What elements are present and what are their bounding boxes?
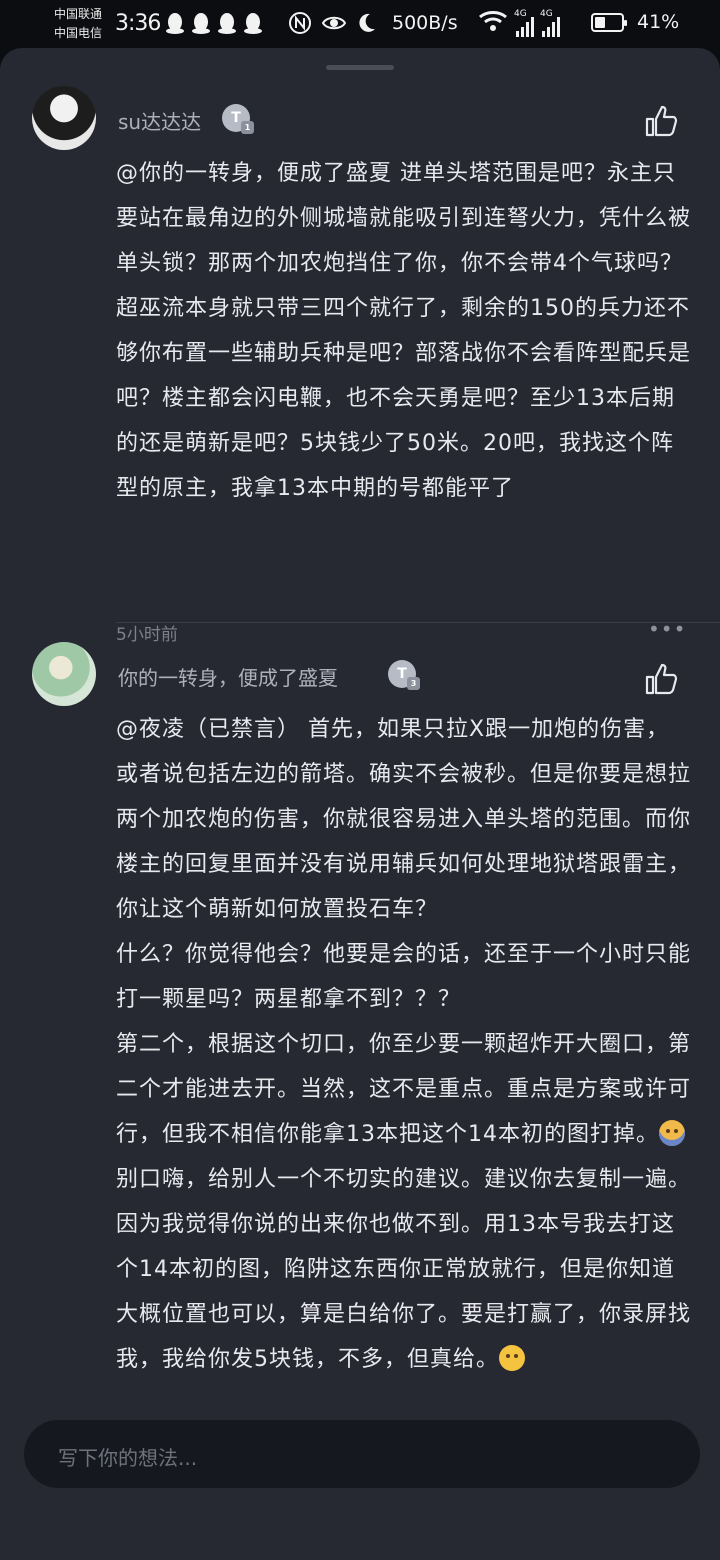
comment-item: su达达达 T1 @你的一转身，便成了盛夏 进单头塔范围是吧？永主只要站在最角边…: [0, 86, 720, 645]
signal-2-label: 4G: [540, 9, 553, 19]
clock: 3:36: [115, 11, 161, 36]
thumbs-up-icon[interactable]: [644, 104, 678, 138]
notification-icons: [163, 11, 264, 35]
level-badge-label: T: [231, 110, 241, 126]
tongue-out-face-emoji-icon: [499, 1345, 525, 1371]
moon-icon: [354, 11, 377, 35]
carrier-2: 中国电信: [54, 26, 103, 40]
level-badge-label: T: [397, 666, 407, 682]
level-badge: T1: [222, 104, 254, 134]
eye-icon: [321, 11, 347, 35]
carrier-labels: 中国联通 中国电信: [54, 5, 102, 43]
avatar[interactable]: [32, 642, 96, 706]
username[interactable]: su达达达: [118, 106, 201, 135]
drag-handle[interactable]: [326, 65, 394, 70]
comment-text-part: @夜凌（已禁言） 首先，如果只拉X跟一加炮的伤害，或者说包括左边的箭塔。确实不会…: [116, 717, 692, 1147]
qq-icon: [215, 11, 238, 35]
qq-icon: [189, 11, 212, 35]
system-icons: [288, 11, 377, 35]
avatar[interactable]: [32, 86, 96, 150]
thumbs-up-icon[interactable]: [644, 662, 678, 696]
battery-fill: [595, 17, 605, 28]
comment-text: @夜凌（已禁言） 首先，如果只拉X跟一加炮的伤害，或者说包括左边的箭塔。确实不会…: [116, 707, 691, 1382]
comment-input-placeholder: 写下你的想法...: [58, 1446, 198, 1470]
comment-text-part: 别口嗨，给别人一个不切实的建议。建议你去复制一遍。因为我觉得你说的出来你也做不到…: [116, 1167, 692, 1372]
comment-text: @你的一转身，便成了盛夏 进单头塔范围是吧？永主只要站在最角边的外侧城墙就能吸引…: [116, 161, 692, 501]
battery-percent: 41%: [637, 11, 680, 33]
qq-icon: [163, 11, 186, 35]
comment-item: 你的一转身，便成了盛夏 T3 @夜凌（已禁言） 首先，如果只拉X跟一加炮的伤害，…: [0, 642, 720, 1442]
signal-1-label: 4G: [514, 9, 527, 19]
divider: [116, 622, 720, 623]
status-bar: 中国联通 中国电信 3:36 500B/s 4G 4G 41%: [0, 0, 720, 48]
signal-2-icon: 4G: [540, 9, 560, 37]
battery-icon: [591, 13, 627, 32]
level-badge: T3: [388, 660, 420, 690]
network-indicators: 4G 4G: [478, 9, 560, 37]
comment-sheet: su达达达 T1 @你的一转身，便成了盛夏 进单头塔范围是吧？永主只要站在最角边…: [0, 48, 720, 1560]
carrier-1: 中国联通: [54, 7, 103, 21]
network-speed: 500B/s: [392, 12, 458, 34]
qq-icon: [241, 11, 264, 35]
signal-1-icon: 4G: [514, 9, 534, 37]
comment-input[interactable]: 写下你的想法...: [24, 1420, 700, 1488]
nfc-icon: [288, 11, 311, 35]
wifi-icon: [478, 9, 508, 37]
username[interactable]: 你的一转身，便成了盛夏: [118, 662, 338, 691]
more-icon[interactable]: •••: [648, 617, 686, 641]
sleepy-face-emoji-icon: [659, 1120, 685, 1146]
